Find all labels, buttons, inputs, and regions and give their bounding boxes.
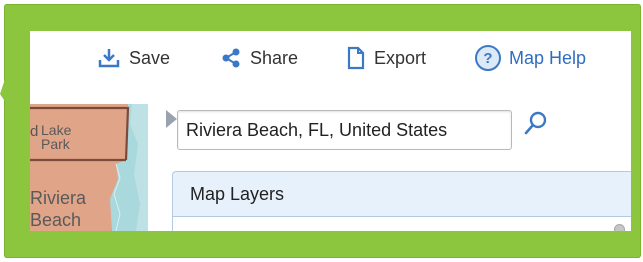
share-button[interactable]: Share (220, 45, 298, 71)
map-help-label: Map Help (509, 47, 587, 68)
map-label-riviera: Riviera (30, 188, 87, 208)
map-layers-list (173, 216, 631, 231)
map-layers-title: Map Layers (190, 184, 285, 204)
share-label: Share (250, 47, 299, 68)
export-label: Export (374, 47, 427, 68)
scrollbar-thumb[interactable] (614, 224, 625, 231)
map-label-partial: d (30, 123, 39, 140)
search-icon[interactable] (521, 110, 551, 140)
map-label-beach: Beach (30, 210, 82, 230)
share-icon (222, 48, 240, 68)
map-side-strip (148, 104, 160, 231)
app-screen: Save Share Export ? Map Help d Lake Park… (30, 31, 631, 231)
map-help-button[interactable]: ? Map Help (475, 45, 586, 71)
document-icon (347, 46, 365, 70)
save-button[interactable]: Save (97, 45, 170, 71)
collapse-arrow-icon[interactable] (166, 110, 177, 128)
toolbar: Save Share Export ? Map Help (30, 31, 631, 87)
export-button[interactable]: Export (346, 45, 426, 71)
help-icon: ? (475, 45, 501, 71)
map-layers-panel: Map Layers (172, 171, 631, 231)
location-search-input[interactable]: Riviera Beach, FL, United States (177, 110, 512, 150)
map-label-lake-park: Lake Park (41, 122, 72, 152)
map-thumbnail[interactable]: d Lake Park Riviera Beach (30, 104, 148, 231)
download-icon (98, 49, 120, 68)
save-label: Save (129, 47, 171, 68)
